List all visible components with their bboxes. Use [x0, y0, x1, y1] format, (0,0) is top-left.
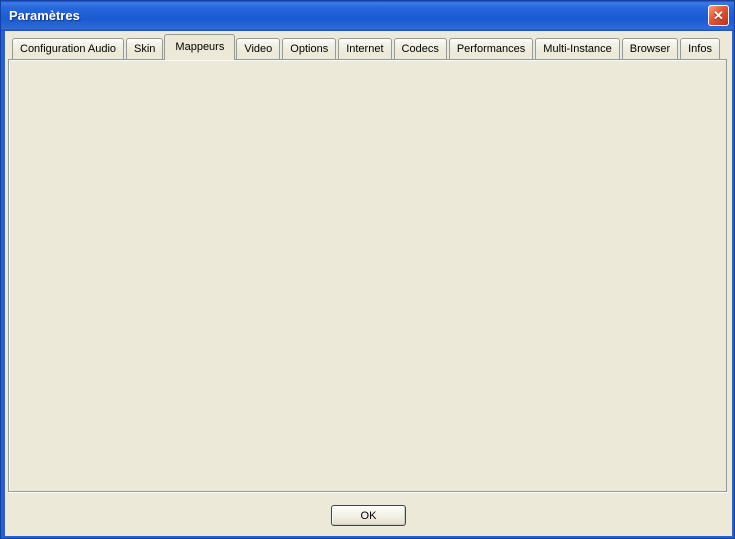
tab-mappeurs[interactable]: Mappeurs: [164, 34, 235, 60]
tab-skin[interactable]: Skin: [126, 38, 163, 59]
dialog-client-area: Configuration AudioSkinMappeursVideoOpti…: [5, 31, 732, 536]
close-button[interactable]: ✕: [708, 5, 729, 26]
tab-internet[interactable]: Internet: [338, 38, 391, 59]
tab-configuration-audio[interactable]: Configuration Audio: [12, 38, 124, 59]
tab-browser[interactable]: Browser: [622, 38, 678, 59]
tab-performances[interactable]: Performances: [449, 38, 533, 59]
tab-options[interactable]: Options: [282, 38, 336, 59]
titlebar[interactable]: Paramètres ✕: [1, 1, 734, 31]
mappers-tab-page: [8, 59, 727, 492]
tab-strip: Configuration AudioSkinMappeursVideoOpti…: [12, 34, 720, 59]
ok-button[interactable]: OK: [331, 505, 406, 526]
settings-dialog: Paramètres ✕ Configuration AudioSkinMapp…: [0, 0, 735, 539]
window-title: Paramètres: [9, 1, 80, 30]
tab-codecs[interactable]: Codecs: [394, 38, 447, 59]
tab-video[interactable]: Video: [236, 38, 280, 59]
close-icon: ✕: [713, 9, 724, 22]
tab-infos[interactable]: Infos: [680, 38, 720, 59]
tab-multi-instance[interactable]: Multi-Instance: [535, 38, 619, 59]
